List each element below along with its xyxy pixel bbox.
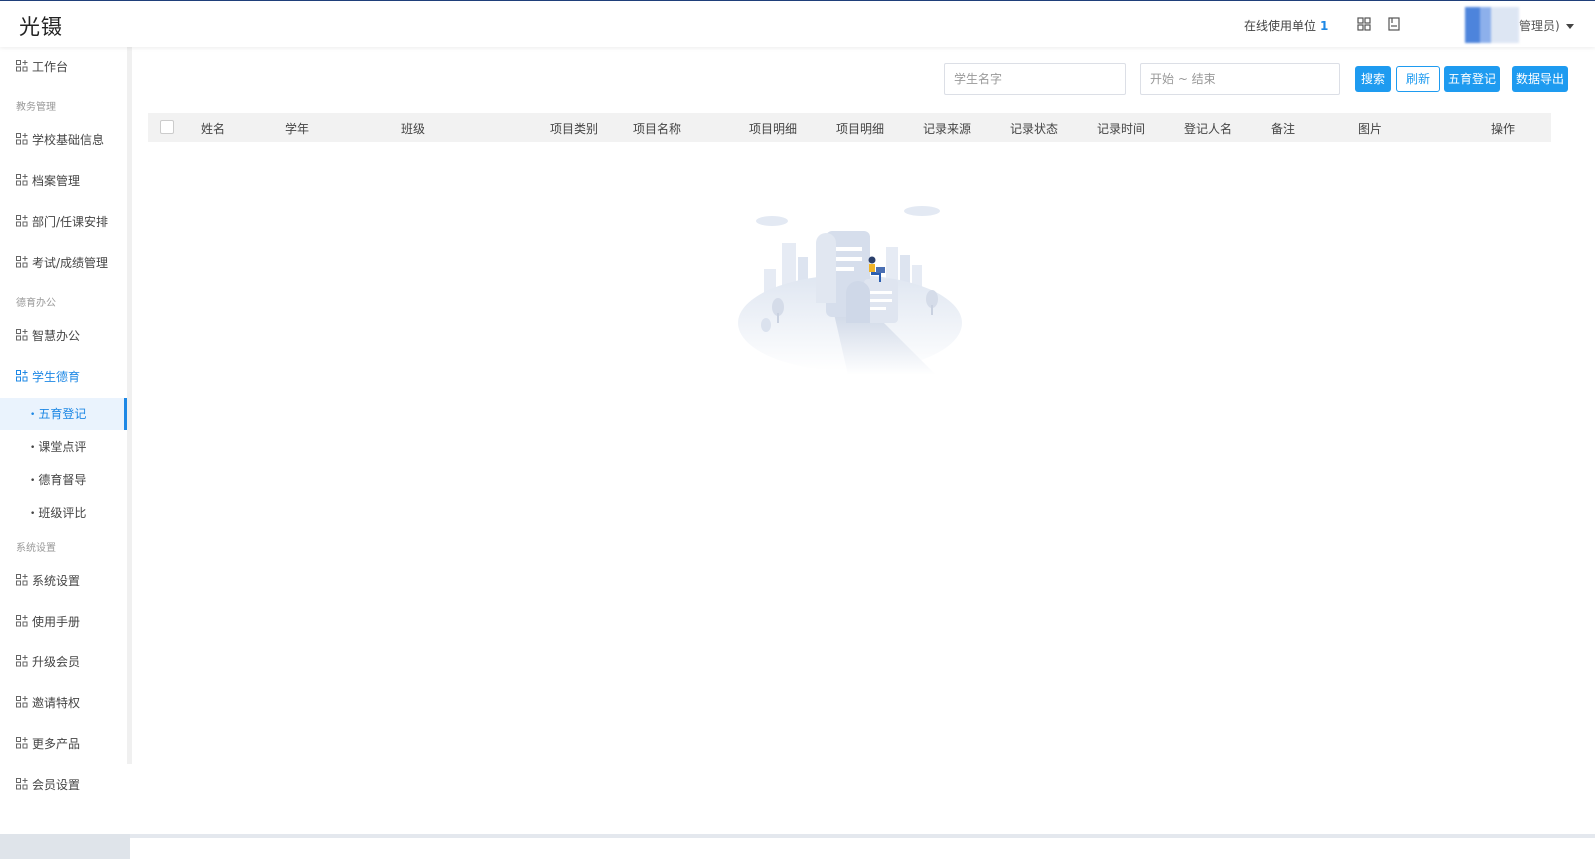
user-menu[interactable]: 管理员) bbox=[1519, 17, 1574, 34]
grid-plus-icon bbox=[16, 329, 28, 341]
sidebar-item-departments[interactable]: 部门/任课安排 bbox=[16, 213, 108, 231]
sidebar-subitem-class-rating[interactable]: 班级评比 bbox=[30, 504, 86, 521]
sidebar-subitem-five-education[interactable]: 五育登记 bbox=[30, 405, 86, 422]
sidebar-item-label: 智慧办公 bbox=[32, 329, 81, 343]
export-data-button[interactable]: 数据导出 bbox=[1512, 66, 1568, 92]
sidebar-item-label: 学校基础信息 bbox=[32, 133, 105, 147]
grid-plus-icon bbox=[16, 615, 28, 627]
sidebar-item-label: 学生德育 bbox=[32, 370, 81, 384]
user-name: 管理员) bbox=[1519, 19, 1560, 33]
sidebar-item-label: 工作台 bbox=[32, 60, 69, 74]
sidebar-item-label: 系统设置 bbox=[32, 574, 81, 588]
online-units-label: 在线使用单位 bbox=[1244, 19, 1317, 33]
grid-plus-icon bbox=[16, 778, 28, 790]
sidebar-section-academic: 教务管理 bbox=[16, 102, 56, 113]
grid-plus-icon bbox=[16, 174, 28, 186]
column-header-name[interactable]: 姓名 bbox=[201, 120, 225, 137]
grid-plus-icon bbox=[16, 370, 28, 382]
column-header-registrar[interactable]: 登记人名 bbox=[1184, 120, 1232, 137]
sidebar-item-archives[interactable]: 档案管理 bbox=[16, 172, 80, 190]
online-units: 在线使用单位 1 bbox=[1244, 17, 1328, 34]
apps-grid-icon[interactable] bbox=[1356, 16, 1372, 32]
column-header-action[interactable]: 操作 bbox=[1491, 120, 1515, 137]
sidebar-item-label: 考试/成绩管理 bbox=[32, 256, 109, 270]
grid-plus-icon bbox=[16, 574, 28, 586]
sidebar-item-label: 升级会员 bbox=[32, 655, 81, 669]
chevron-down-icon bbox=[1565, 24, 1574, 29]
search-button[interactable]: 搜索 bbox=[1355, 66, 1391, 92]
date-range-input[interactable]: 开始 ~ 结束 bbox=[1140, 63, 1340, 95]
sidebar-item-exams[interactable]: 考试/成绩管理 bbox=[16, 254, 108, 272]
refresh-button[interactable]: 刷新 bbox=[1396, 66, 1440, 92]
grid-plus-icon bbox=[16, 60, 28, 72]
student-name-input[interactable]: 学生名字 bbox=[944, 63, 1126, 95]
sidebar-item-system-settings[interactable]: 系统设置 bbox=[16, 572, 80, 590]
column-header-record-status[interactable]: 记录状态 bbox=[1010, 120, 1058, 137]
column-header-item-detail-2[interactable]: 项目明细 bbox=[836, 120, 884, 137]
grid-plus-icon bbox=[16, 655, 28, 667]
sidebar-item-upgrade[interactable]: 升级会员 bbox=[16, 653, 80, 671]
online-units-count[interactable]: 1 bbox=[1320, 19, 1328, 33]
sidebar-item-label: 档案管理 bbox=[32, 174, 81, 188]
select-all-checkbox[interactable] bbox=[160, 120, 174, 134]
grid-plus-icon bbox=[16, 737, 28, 749]
grid-plus-icon bbox=[16, 696, 28, 708]
sidebar-item-label: 会员设置 bbox=[32, 778, 81, 792]
sidebar-section-system: 系统设置 bbox=[16, 543, 56, 554]
sidebar-subitem-class-review[interactable]: 课堂点评 bbox=[30, 438, 86, 455]
sidebar-item-label: 邀请特权 bbox=[32, 696, 81, 710]
sidebar-item-school-info[interactable]: 学校基础信息 bbox=[16, 131, 104, 149]
sidebar-item-member-settings[interactable]: 会员设置 bbox=[16, 776, 80, 794]
app-logo[interactable]: 光镊 bbox=[19, 11, 63, 41]
sidebar-item-student-moral[interactable]: 学生德育 bbox=[16, 368, 80, 386]
column-header-item-detail[interactable]: 项目明细 bbox=[749, 120, 797, 137]
sidebar-item-manual[interactable]: 使用手册 bbox=[16, 613, 80, 631]
grid-plus-icon bbox=[16, 256, 28, 268]
sidebar-subitem-moral-supervision[interactable]: 德育督导 bbox=[30, 471, 86, 488]
column-header-year[interactable]: 学年 bbox=[285, 120, 309, 137]
sidebar-item-smart-office[interactable]: 智慧办公 bbox=[16, 327, 80, 345]
column-header-class[interactable]: 班级 bbox=[401, 120, 425, 137]
sidebar-item-label: 使用手册 bbox=[32, 615, 81, 629]
top-header: 光镊 在线使用单位 1 管理员) bbox=[0, 0, 1595, 47]
column-header-record-time[interactable]: 记录时间 bbox=[1097, 120, 1145, 137]
column-header-remark[interactable]: 备注 bbox=[1271, 120, 1295, 137]
sidebar-scrollbar[interactable] bbox=[127, 47, 132, 764]
sidebar-item-label: 更多产品 bbox=[32, 737, 81, 751]
column-header-item-name[interactable]: 项目名称 bbox=[633, 120, 681, 137]
document-icon[interactable] bbox=[1386, 16, 1402, 32]
sidebar-item-workbench[interactable]: 工作台 bbox=[16, 58, 68, 76]
avatar[interactable] bbox=[1465, 7, 1519, 43]
bottom-left-strip bbox=[0, 834, 130, 859]
five-education-register-button[interactable]: 五育登记 bbox=[1444, 66, 1500, 92]
sidebar-item-more-products[interactable]: 更多产品 bbox=[16, 735, 80, 753]
column-header-record-source[interactable]: 记录来源 bbox=[923, 120, 971, 137]
empty-state-illustration bbox=[738, 206, 962, 375]
sidebar-section-moral: 德育办公 bbox=[16, 298, 56, 309]
sidebar-item-invite[interactable]: 邀请特权 bbox=[16, 694, 80, 712]
bottom-strip bbox=[0, 834, 1595, 859]
grid-plus-icon bbox=[16, 133, 28, 145]
grid-plus-icon bbox=[16, 215, 28, 227]
sidebar-item-label: 部门/任课安排 bbox=[32, 215, 109, 229]
column-header-item-category[interactable]: 项目类别 bbox=[550, 120, 598, 137]
column-header-image[interactable]: 图片 bbox=[1358, 120, 1382, 137]
